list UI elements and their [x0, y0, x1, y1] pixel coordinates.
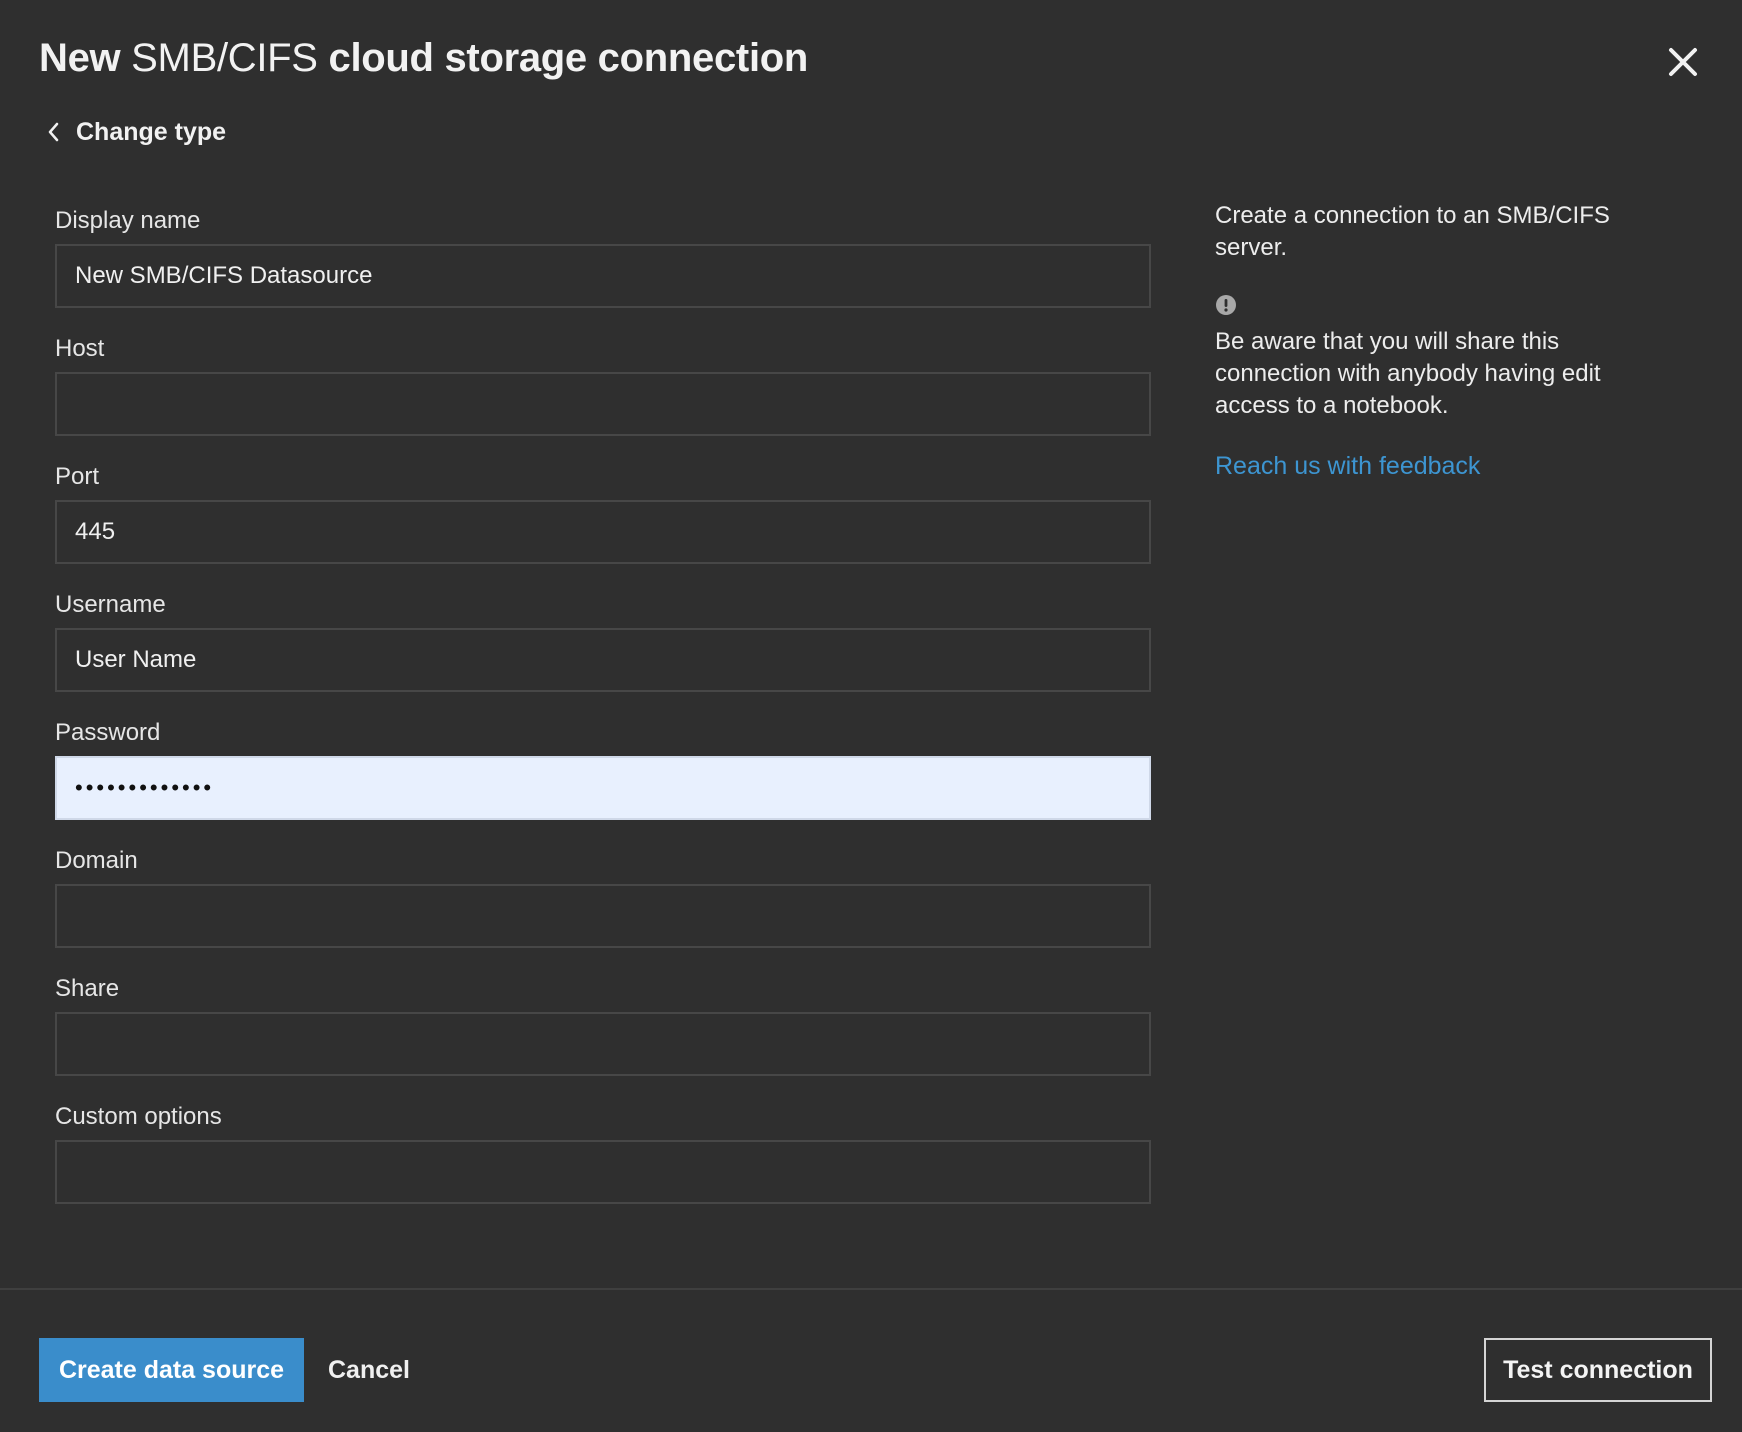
- share-field: Share: [55, 968, 1151, 1096]
- port-label: Port: [55, 456, 1151, 500]
- change-type-link[interactable]: Change type: [46, 114, 226, 150]
- port-input[interactable]: 445: [55, 500, 1151, 564]
- username-input[interactable]: User Name: [55, 628, 1151, 692]
- username-field: Username User Name: [55, 584, 1151, 712]
- domain-label: Domain: [55, 840, 1151, 884]
- custom-options-input[interactable]: [55, 1140, 1151, 1204]
- custom-options-field: Custom options: [55, 1096, 1151, 1224]
- display-name-field: Display name New SMB/CIFS Datasource: [55, 200, 1151, 328]
- connection-form: Display name New SMB/CIFS Datasource Hos…: [55, 200, 1151, 1224]
- description-text: Create a connection to an SMB/CIFS serve…: [1215, 200, 1675, 264]
- title-part-type: SMB/CIFS: [120, 36, 328, 80]
- custom-options-label: Custom options: [55, 1096, 1151, 1140]
- password-field: Password •••••••••••••: [55, 712, 1151, 840]
- close-icon: [1663, 42, 1703, 82]
- username-label: Username: [55, 584, 1151, 628]
- create-data-source-button[interactable]: Create data source: [39, 1338, 304, 1402]
- footer-divider: [0, 1288, 1742, 1290]
- dialog-title: New SMB/CIFS cloud storage connection: [39, 36, 808, 81]
- side-panel: Create a connection to an SMB/CIFS serve…: [1215, 200, 1675, 481]
- title-part-new: New: [39, 36, 120, 80]
- host-label: Host: [55, 328, 1151, 372]
- dialog-footer: Create data source Cancel Test connectio…: [0, 1338, 1742, 1402]
- domain-field: Domain: [55, 840, 1151, 968]
- password-label: Password: [55, 712, 1151, 756]
- host-input[interactable]: [55, 372, 1151, 436]
- warning-text: Be aware that you will share this connec…: [1215, 326, 1675, 422]
- feedback-link[interactable]: Reach us with feedback: [1215, 452, 1675, 481]
- close-button[interactable]: [1663, 42, 1703, 82]
- display-name-label: Display name: [55, 200, 1151, 244]
- chevron-left-icon: [46, 121, 60, 143]
- host-field: Host: [55, 328, 1151, 456]
- info-circle-icon: [1215, 294, 1237, 316]
- cancel-button[interactable]: Cancel: [316, 1338, 422, 1402]
- display-name-input[interactable]: New SMB/CIFS Datasource: [55, 244, 1151, 308]
- share-input[interactable]: [55, 1012, 1151, 1076]
- change-type-label: Change type: [76, 118, 226, 147]
- share-label: Share: [55, 968, 1151, 1012]
- title-part-rest: cloud storage connection: [329, 36, 809, 80]
- domain-input[interactable]: [55, 884, 1151, 948]
- password-input[interactable]: •••••••••••••: [55, 756, 1151, 820]
- port-field: Port 445: [55, 456, 1151, 584]
- dialog-header: New SMB/CIFS cloud storage connection: [39, 36, 1703, 92]
- test-connection-button[interactable]: Test connection: [1484, 1338, 1712, 1402]
